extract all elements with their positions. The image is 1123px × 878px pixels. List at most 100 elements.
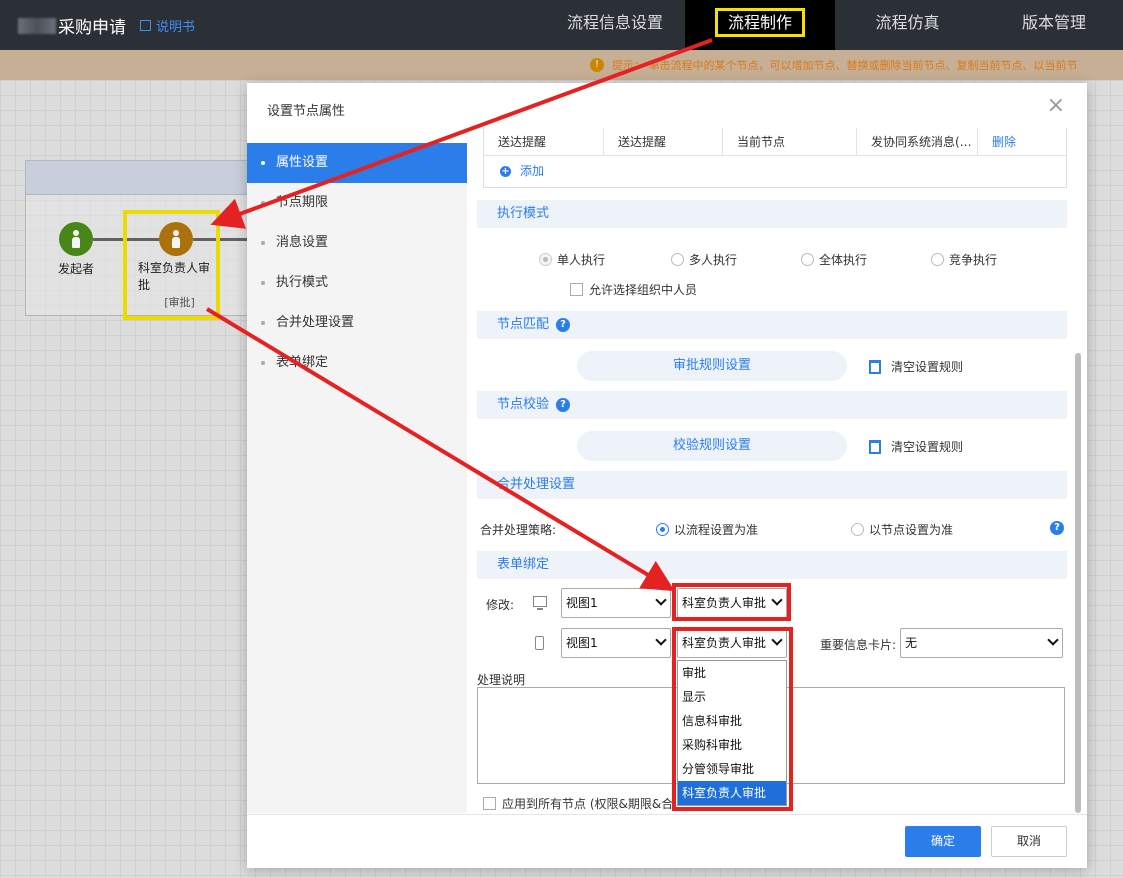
select-value: 视图1 (566, 596, 598, 610)
radio-icon (539, 253, 552, 266)
radio-multi-exec[interactable]: 多人执行 (671, 251, 737, 268)
annotation-highlight-pc-select (672, 583, 791, 621)
radio-icon (801, 253, 814, 266)
radio-compete-exec[interactable]: 竞争执行 (931, 251, 997, 268)
section-exec-mode: 执行模式 (477, 200, 1067, 228)
radio-label: 全体执行 (819, 253, 868, 267)
tab-flow-info[interactable]: 流程信息设置 (545, 0, 685, 50)
add-button[interactable]: + 添加 (484, 156, 1066, 186)
radio-merge-by-node[interactable]: 以节点设置为准 (851, 521, 953, 538)
section-title: 节点校验 (497, 397, 550, 412)
monitor-icon (533, 596, 547, 610)
clear-check-rule-button[interactable]: 清空设置规则 (869, 438, 963, 455)
bullet-icon (261, 200, 265, 205)
tab-label: 流程制作 (714, 8, 805, 37)
clear-label: 清空设置规则 (891, 440, 964, 454)
section-title: 节点匹配 (497, 317, 550, 332)
apply-all-checkbox[interactable]: 应用到所有节点 (权限&期限&合 (483, 795, 673, 812)
merge-strategy-label: 合并处理策略: (480, 523, 557, 537)
radio-all-exec[interactable]: 全体执行 (801, 251, 867, 268)
dialog-sidebar: 属性设置 节点期限 消息设置 执行模式 合并处理设置 表单绑定 (247, 143, 467, 813)
footer-divider (247, 814, 1087, 815)
help-icon[interactable]: ? (556, 318, 571, 332)
tab-label: 流程仿真 (875, 13, 940, 32)
sidebar-item-message[interactable]: 消息设置 (247, 223, 467, 263)
important-card-select[interactable]: 无 (900, 628, 1063, 658)
approval-rule-button[interactable]: 审批规则设置 (577, 351, 847, 381)
radio-label: 单人执行 (557, 253, 606, 267)
manual-label: 说明书 (156, 20, 196, 35)
pc-view-select[interactable]: 视图1 (561, 588, 671, 618)
app-title-text: 采购申请 (58, 18, 126, 38)
tab-flow-simulation[interactable]: 流程仿真 (835, 0, 980, 50)
sidebar-item-form-bind[interactable]: 表单绑定 (247, 343, 467, 383)
bullet-icon (261, 320, 265, 325)
process-note-label: 处理说明 (477, 673, 526, 687)
section-title: 合并处理设置 (497, 477, 576, 492)
help-icon[interactable]: ? (1050, 521, 1064, 535)
bullet-icon (261, 280, 265, 285)
table-cell: 送达提醒 (484, 128, 604, 155)
radio-icon (656, 523, 669, 536)
checkbox-label: 允许选择组织中人员 (589, 283, 698, 297)
table-cell: 送达提醒 (604, 128, 723, 155)
sidebar-item-attributes[interactable]: 属性设置 (247, 143, 467, 183)
blurred-logo (18, 17, 56, 34)
checkbox-icon (570, 283, 583, 296)
sidebar-item-deadline[interactable]: 节点期限 (247, 183, 467, 223)
manual-link[interactable]: 说明书 (140, 16, 195, 35)
radio-merge-by-flow[interactable]: 以流程设置为准 (656, 521, 758, 538)
sidebar-item-merge[interactable]: 合并处理设置 (247, 303, 467, 343)
bullet-icon (261, 240, 265, 245)
mobile-view-select[interactable]: 视图1 (561, 628, 671, 658)
check-rule-button[interactable]: 校验规则设置 (577, 431, 847, 461)
add-label: 添加 (520, 164, 545, 178)
section-node-match: 节点匹配 ? (477, 311, 1067, 339)
tab-flow-design[interactable]: 流程制作 (685, 0, 835, 50)
tab-version-management[interactable]: 版本管理 (985, 0, 1123, 50)
table-row: 送达提醒 送达提醒 当前节点 发协同系统消息(… 删除 (484, 128, 1066, 156)
top-header: 采购申请 说明书 流程信息设置 流程制作 流程仿真 版本管理 (0, 0, 1123, 50)
close-icon[interactable]: × (1047, 95, 1065, 117)
radio-icon (931, 253, 944, 266)
table-cell: 当前节点 (723, 128, 857, 155)
book-icon (140, 20, 151, 31)
sidebar-item-exec-mode[interactable]: 执行模式 (247, 263, 467, 303)
trash-icon (869, 359, 881, 374)
sidebar-item-label: 消息设置 (276, 235, 329, 250)
dialog-scrollbar[interactable] (1075, 353, 1081, 813)
trash-icon (869, 439, 881, 454)
chevron-down-icon (655, 594, 667, 606)
sidebar-item-label: 属性设置 (276, 155, 329, 170)
bullet-icon (261, 360, 265, 365)
section-merge: 合并处理设置 (477, 471, 1067, 499)
annotation-highlight-dropdown (672, 627, 793, 811)
radio-icon (851, 523, 864, 536)
clear-label: 清空设置规则 (891, 360, 964, 374)
modify-label: 修改: (486, 598, 515, 612)
checkbox-icon (483, 797, 496, 810)
section-node-check: 节点校验 ? (477, 391, 1067, 419)
sidebar-item-label: 执行模式 (276, 275, 329, 290)
cancel-button[interactable]: 取消 (991, 826, 1067, 857)
mobile-icon (535, 636, 544, 650)
radio-label: 多人执行 (689, 253, 738, 267)
section-form-bind: 表单绑定 (477, 551, 1067, 579)
allow-org-checkbox[interactable]: 允许选择组织中人员 (570, 281, 697, 298)
radio-icon (671, 253, 684, 266)
radio-label: 竞争执行 (949, 253, 998, 267)
clear-approval-rule-button[interactable]: 清空设置规则 (869, 358, 963, 375)
delete-link[interactable]: 删除 (978, 128, 1066, 155)
sidebar-item-label: 节点期限 (276, 195, 329, 210)
radio-single-exec[interactable]: 单人执行 (539, 251, 605, 268)
radio-label: 以流程设置为准 (674, 523, 759, 537)
app-title: 采购申请 (18, 13, 126, 38)
sidebar-item-label: 合并处理设置 (276, 315, 355, 330)
select-value: 视图1 (566, 636, 598, 650)
tab-label: 版本管理 (1021, 13, 1086, 32)
help-icon[interactable]: ? (556, 398, 571, 412)
confirm-button[interactable]: 确定 (905, 826, 981, 857)
section-title: 表单绑定 (497, 557, 550, 572)
node-properties-dialog: 设置节点属性 × 属性设置 节点期限 消息设置 执行模式 合并处理设置 表单绑定… (247, 83, 1087, 868)
tab-label: 流程信息设置 (566, 13, 663, 32)
